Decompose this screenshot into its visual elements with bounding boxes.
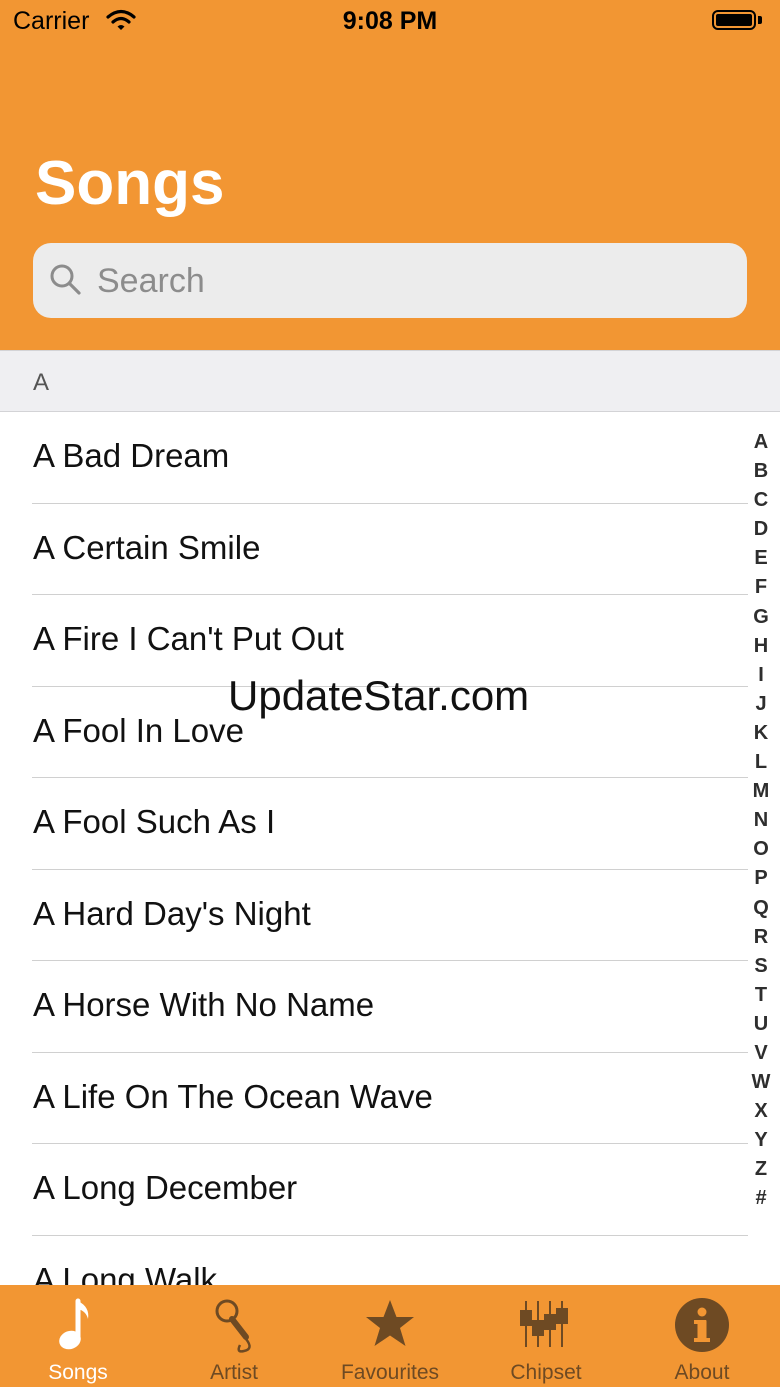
song-title: A Bad Dream	[33, 437, 230, 474]
index-letter[interactable]: Y	[754, 1126, 767, 1155]
song-title: A Long Walk	[33, 1260, 218, 1286]
index-letter[interactable]: H	[754, 632, 768, 661]
index-letter[interactable]: D	[754, 515, 768, 544]
song-title: A Horse With No Name	[33, 986, 375, 1023]
index-letter[interactable]: E	[754, 544, 767, 573]
index-letter[interactable]: A	[754, 428, 768, 457]
tab-label: About	[674, 1361, 730, 1384]
song-list[interactable]: A Bad Dream A Certain Smile A Fire I Can…	[0, 412, 780, 1285]
index-letter[interactable]: K	[754, 719, 768, 748]
song-row[interactable]: A Long Walk	[0, 1236, 780, 1286]
index-letter[interactable]: W	[752, 1068, 771, 1097]
search-icon	[49, 263, 83, 302]
search-bar[interactable]	[33, 243, 747, 320]
song-row[interactable]: A Certain Smile	[0, 504, 780, 595]
star-icon	[366, 1300, 414, 1346]
index-letter[interactable]: S	[754, 952, 767, 981]
index-letter[interactable]: P	[754, 864, 767, 893]
tab-artist[interactable]: Artist	[156, 1285, 312, 1387]
song-title: A Long December	[33, 1169, 298, 1206]
tab-favourites[interactable]: Favourites	[312, 1285, 468, 1387]
tab-chipset[interactable]: Chipset	[468, 1285, 624, 1387]
song-title: A Fool In Love	[33, 711, 244, 749]
index-letter[interactable]: R	[754, 923, 768, 952]
battery-icon	[712, 10, 764, 32]
index-letter[interactable]: O	[753, 835, 769, 864]
index-letter[interactable]: N	[754, 806, 768, 835]
index-letter[interactable]: J	[755, 690, 766, 719]
search-input[interactable]	[95, 243, 719, 320]
tab-label: Songs	[48, 1361, 108, 1384]
tab-bar: Songs Artist Favourites Chipset About	[0, 1285, 780, 1387]
song-title: A Hard Day's Night	[33, 894, 311, 932]
watermark: UpdateStar.com	[228, 672, 530, 719]
navigation-header: Carrier 9:08 PM Songs	[0, 0, 780, 350]
tab-label: Chipset	[510, 1361, 582, 1384]
tab-about[interactable]: About	[624, 1285, 780, 1387]
index-letter[interactable]: L	[755, 748, 767, 777]
index-letter[interactable]: M	[753, 777, 770, 806]
index-letter[interactable]: X	[754, 1097, 767, 1126]
index-letter[interactable]: T	[755, 981, 767, 1010]
microphone-icon	[215, 1299, 251, 1353]
song-row[interactable]: A Life On The Ocean Wave	[0, 1053, 780, 1144]
status-bar: Carrier 9:08 PM	[0, 0, 780, 44]
section-header: A	[0, 350, 780, 412]
section-header-letter: A	[33, 369, 50, 396]
song-row[interactable]: A Bad Dream	[0, 412, 780, 504]
status-time: 9:08 PM	[342, 7, 438, 35]
index-letter[interactable]: B	[754, 457, 768, 486]
index-letter[interactable]: U	[754, 1010, 768, 1039]
song-title: A Fire I Can't Put Out	[33, 620, 344, 657]
page-title: Songs	[35, 149, 225, 218]
song-row[interactable]: A Horse With No Name	[0, 961, 780, 1053]
index-letter[interactable]: F	[755, 573, 767, 602]
tab-label: Favourites	[340, 1361, 440, 1384]
song-row[interactable]: A Long December	[0, 1144, 780, 1236]
index-letter[interactable]: I	[758, 661, 764, 690]
index-letter[interactable]: C	[754, 486, 768, 515]
song-title: A Life On The Ocean Wave	[33, 1077, 433, 1115]
index-letter[interactable]: G	[753, 603, 769, 632]
song-title: A Fool Such As I	[33, 803, 276, 840]
song-row[interactable]: A Hard Day's Night	[0, 870, 780, 961]
index-letter[interactable]: V	[754, 1039, 767, 1068]
song-title: A Certain Smile	[33, 528, 261, 566]
tab-label: Artist	[210, 1361, 258, 1384]
song-row[interactable]: A Fool Such As I	[0, 778, 780, 870]
tab-songs[interactable]: Songs	[0, 1285, 156, 1387]
section-index[interactable]: A B C D E F G H I J K L M N O P Q R S T U V W X Y Z #	[748, 428, 774, 1214]
info-icon	[675, 1298, 729, 1352]
chipset-icon	[520, 1301, 568, 1347]
index-letter[interactable]: Z	[755, 1155, 767, 1184]
music-note-icon	[59, 1298, 89, 1350]
index-letter[interactable]: #	[755, 1184, 766, 1213]
index-letter[interactable]: Q	[753, 894, 769, 923]
